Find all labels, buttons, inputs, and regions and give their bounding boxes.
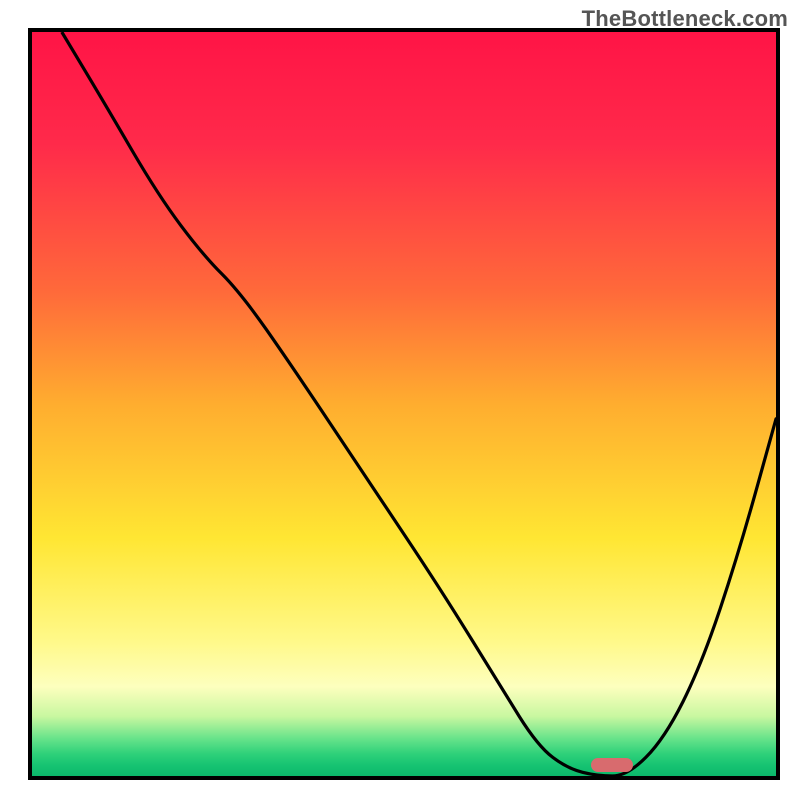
optimum-marker — [591, 758, 633, 772]
chart-container: TheBottleneck.com — [0, 0, 800, 800]
plot-area — [28, 28, 780, 780]
watermark-text: TheBottleneck.com — [582, 6, 788, 32]
data-curve — [62, 32, 776, 776]
curve-layer — [32, 32, 776, 776]
